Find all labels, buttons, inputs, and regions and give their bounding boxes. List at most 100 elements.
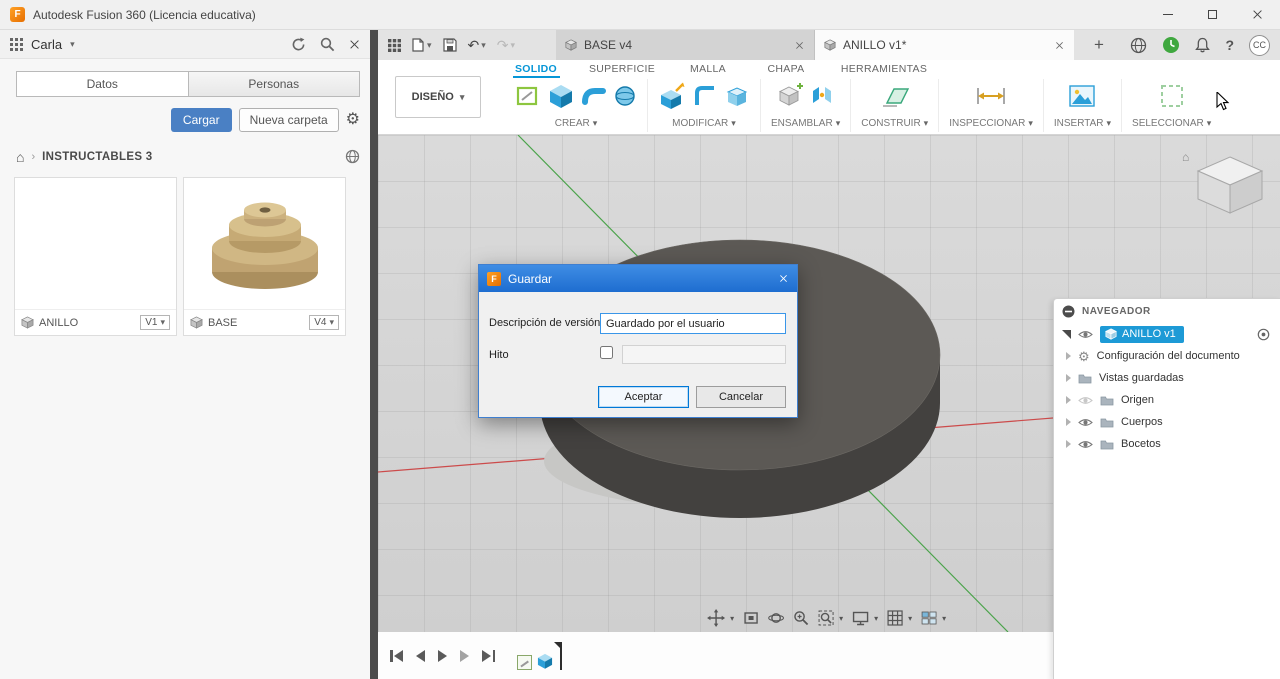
team-chevron-down-icon[interactable]: ▾: [70, 39, 75, 50]
accept-button[interactable]: Aceptar: [598, 386, 689, 408]
pan-icon[interactable]: [707, 609, 726, 627]
tab-datos[interactable]: Datos: [16, 71, 189, 97]
pan-chevron-down-icon[interactable]: ▾: [730, 614, 734, 623]
cancel-button[interactable]: Cancelar: [696, 386, 786, 408]
group-dropdown-seleccionar[interactable]: SELECCIONAR ▾: [1132, 118, 1211, 129]
navigator-item-origen[interactable]: Origen: [1054, 389, 1280, 411]
fillet-icon[interactable]: [692, 83, 718, 109]
navigator-item-bocetos[interactable]: Bocetos: [1054, 433, 1280, 455]
file-card-anillo[interactable]: ANILLO V1 ▾: [14, 177, 177, 336]
data-panel-scrollbar[interactable]: [370, 30, 378, 679]
timeline-play-button[interactable]: [438, 649, 447, 662]
file-card-base[interactable]: BASE V4 ▾: [183, 177, 346, 336]
milestone-checkbox[interactable]: [600, 346, 613, 359]
visibility-eye-icon[interactable]: [1078, 417, 1093, 428]
new-component-icon[interactable]: [777, 83, 803, 109]
timeline-step-back-button[interactable]: [416, 649, 425, 662]
expand-chevron-icon[interactable]: [1066, 352, 1071, 360]
navigator-item-cuerpos[interactable]: Cuerpos: [1054, 411, 1280, 433]
document-tab-anillo[interactable]: ANILLO v1*: [815, 30, 1074, 60]
data-panel-toggle-grid-icon[interactable]: [388, 38, 401, 52]
job-status-clock-icon[interactable]: [1162, 36, 1180, 54]
help-icon[interactable]: ?: [1225, 37, 1234, 53]
version-dropdown-base[interactable]: V4 ▾: [309, 315, 339, 330]
group-dropdown-construir[interactable]: CONSTRUIR ▾: [861, 118, 928, 129]
file-menu[interactable]: ▾: [412, 38, 432, 52]
version-dropdown-anillo[interactable]: V1 ▾: [140, 315, 170, 330]
group-dropdown-modificar[interactable]: MODIFICAR ▾: [672, 118, 736, 129]
timeline-go-to-start-button[interactable]: [390, 649, 403, 662]
base-thumbnail[interactable]: [184, 178, 345, 309]
search-icon[interactable]: [320, 37, 335, 52]
expand-chevron-icon[interactable]: [1066, 396, 1071, 404]
breadcrumb-project-name[interactable]: INSTRUCTABLES 3: [42, 151, 152, 163]
zoom-icon[interactable]: [793, 610, 809, 626]
shell-icon[interactable]: [724, 83, 750, 109]
measure-icon[interactable]: [975, 85, 1007, 107]
grid-snap-chevron-down-icon[interactable]: ▾: [908, 614, 912, 623]
refresh-icon[interactable]: [291, 37, 306, 52]
team-name[interactable]: Carla: [31, 37, 62, 52]
save-icon[interactable]: [442, 38, 457, 52]
redo-menu[interactable]: ↷ ▾: [497, 38, 515, 52]
visibility-eye-icon[interactable]: [1078, 395, 1093, 406]
extensions-globe-icon[interactable]: [1130, 37, 1147, 54]
new-document-tab-button[interactable]: +: [1084, 30, 1114, 60]
anillo-thumbnail[interactable]: [15, 178, 176, 309]
version-description-input[interactable]: [600, 313, 786, 334]
ribbon-tab-chapa[interactable]: CHAPA: [768, 63, 805, 75]
selected-document-node[interactable]: ANILLO v1: [1100, 325, 1184, 343]
sweep-icon[interactable]: [581, 83, 607, 109]
navigator-item-vistas-guardadas[interactable]: Vistas guardadas: [1054, 367, 1280, 389]
timeline-scrubber[interactable]: [554, 641, 562, 670]
display-settings-icon[interactable]: [852, 611, 869, 626]
extrude-icon[interactable]: [547, 82, 575, 110]
joint-icon[interactable]: [809, 83, 835, 109]
new-folder-button[interactable]: Nueva carpeta: [238, 108, 339, 132]
undo-menu[interactable]: ↶ ▾: [468, 38, 486, 52]
close-tab-icon[interactable]: [1055, 41, 1064, 50]
navigator-root-row[interactable]: ANILLO v1: [1054, 323, 1280, 345]
ribbon-tab-solido[interactable]: SOLIDO: [515, 63, 557, 75]
grid-snap-icon[interactable]: [887, 610, 903, 626]
expand-chevron-icon[interactable]: [1066, 440, 1071, 448]
home-icon[interactable]: ⌂: [16, 150, 24, 164]
minimize-button[interactable]: [1145, 0, 1190, 29]
zoom-window-icon[interactable]: [818, 610, 834, 626]
close-tab-icon[interactable]: [795, 41, 804, 50]
zoom-window-chevron-down-icon[interactable]: ▾: [839, 614, 843, 623]
close-button[interactable]: [1235, 0, 1280, 29]
timeline-step-forward-button[interactable]: [460, 649, 469, 662]
insert-canvas-icon[interactable]: [1068, 84, 1096, 108]
expand-chevron-icon[interactable]: [1066, 418, 1071, 426]
tab-personas[interactable]: Personas: [188, 71, 360, 97]
fit-icon[interactable]: [743, 611, 759, 625]
navigator-item-configuracion[interactable]: ⚙ Configuración del documento: [1054, 345, 1280, 367]
project-sharing-globe-icon[interactable]: [345, 149, 360, 164]
timeline-go-to-end-button[interactable]: [482, 649, 495, 662]
visibility-eye-icon[interactable]: [1078, 329, 1093, 340]
group-dropdown-crear[interactable]: CREAR ▾: [555, 118, 598, 129]
group-dropdown-insertar[interactable]: INSERTAR ▾: [1054, 118, 1111, 129]
press-pull-icon[interactable]: [658, 82, 686, 110]
user-avatar[interactable]: CC: [1249, 34, 1270, 56]
display-settings-chevron-down-icon[interactable]: ▾: [874, 614, 878, 623]
maximize-button[interactable]: [1190, 0, 1235, 29]
save-dialog-close-icon[interactable]: [779, 274, 788, 283]
group-dropdown-inspeccionar[interactable]: INSPECCIONAR ▾: [949, 118, 1033, 129]
ribbon-tab-herramientas[interactable]: HERRAMIENTAS: [841, 63, 927, 75]
form-sphere-icon[interactable]: [613, 84, 637, 108]
design-workspace-dropdown[interactable]: DISEÑO ▾: [395, 76, 481, 118]
app-grid-icon[interactable]: [10, 37, 23, 51]
data-panel-close-icon[interactable]: [349, 39, 360, 50]
document-tab-base[interactable]: BASE v4: [556, 30, 815, 60]
notifications-bell-icon[interactable]: [1195, 37, 1211, 53]
collapse-panel-icon[interactable]: [1062, 305, 1075, 318]
construction-plane-icon[interactable]: [880, 83, 910, 109]
expand-chevron-icon[interactable]: [1066, 374, 1071, 382]
viewports-chevron-down-icon[interactable]: ▾: [942, 614, 946, 623]
create-sketch-icon[interactable]: [515, 83, 541, 109]
viewports-icon[interactable]: [921, 611, 937, 625]
ribbon-tab-malla[interactable]: MALLA: [690, 63, 726, 75]
view-cube-home-icon[interactable]: ⌂: [1182, 150, 1189, 164]
